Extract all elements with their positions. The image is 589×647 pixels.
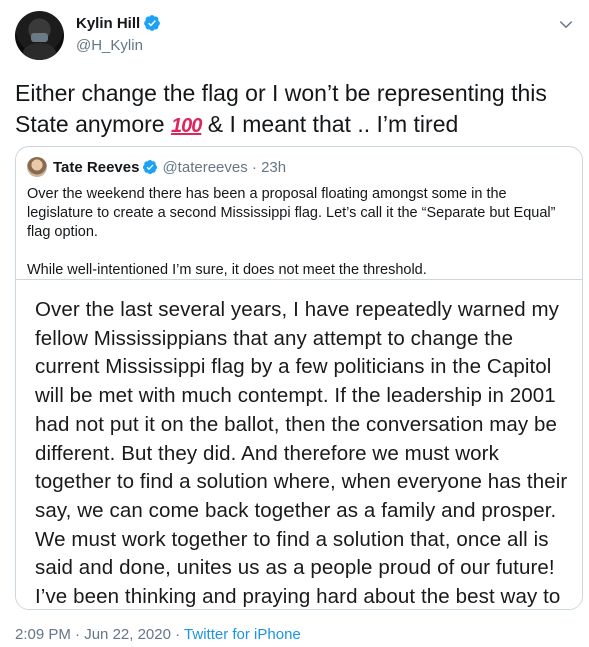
- quoted-paragraph-2: While well-intentioned I’m sure, it does…: [27, 262, 427, 278]
- quoted-author-name: Tate Reeves: [53, 158, 140, 176]
- avatar[interactable]: [15, 11, 64, 60]
- quoted-age: 23h: [261, 158, 287, 176]
- quoted-paragraph-1: Over the weekend there has been a propos…: [27, 186, 556, 240]
- avatar-mask: [31, 33, 48, 42]
- avatar-shirt: [23, 43, 56, 60]
- tweet-footer: 2:09 PM · Jun 22, 2020 · Twitter for iPh…: [15, 626, 301, 643]
- tweet-text-part2: & I meant that .. I’m tired: [201, 111, 459, 137]
- verified-badge-icon: [143, 160, 158, 175]
- quoted-avatar: [27, 157, 47, 177]
- author-name-row: Kylin Hill: [76, 14, 161, 32]
- chevron-down-icon[interactable]: [557, 16, 575, 34]
- quoted-tweet-header: Tate Reeves @tatereeves · 23h: [27, 157, 286, 177]
- footer-separator-2: ·: [170, 626, 185, 643]
- author-handle[interactable]: @H_Kylin: [76, 37, 143, 54]
- quoted-tweet-image[interactable]: Over the last several years, I have repe…: [16, 279, 582, 609]
- tweet-source-link[interactable]: Twitter for iPhone: [184, 626, 301, 643]
- image-statement-text: Over the last several years, I have repe…: [35, 298, 568, 609]
- quoted-tweet[interactable]: Tate Reeves @tatereeves · 23h Over the w…: [15, 146, 583, 610]
- author-name[interactable]: Kylin Hill: [76, 15, 140, 32]
- tweet-text: Either change the flag or I won’t be rep…: [15, 78, 575, 142]
- tweet-time[interactable]: 2:09 PM: [15, 626, 71, 643]
- quoted-separator: ·: [247, 158, 262, 176]
- verified-badge-icon: [144, 15, 161, 31]
- tweet-date[interactable]: Jun 22, 2020: [84, 626, 171, 643]
- hundred-points-emoji-icon: 100: [170, 115, 202, 137]
- footer-separator: ·: [70, 626, 85, 643]
- quoted-author-handle: @tatereeves: [162, 158, 248, 176]
- tweet-header: Kylin Hill @H_Kylin: [15, 10, 575, 62]
